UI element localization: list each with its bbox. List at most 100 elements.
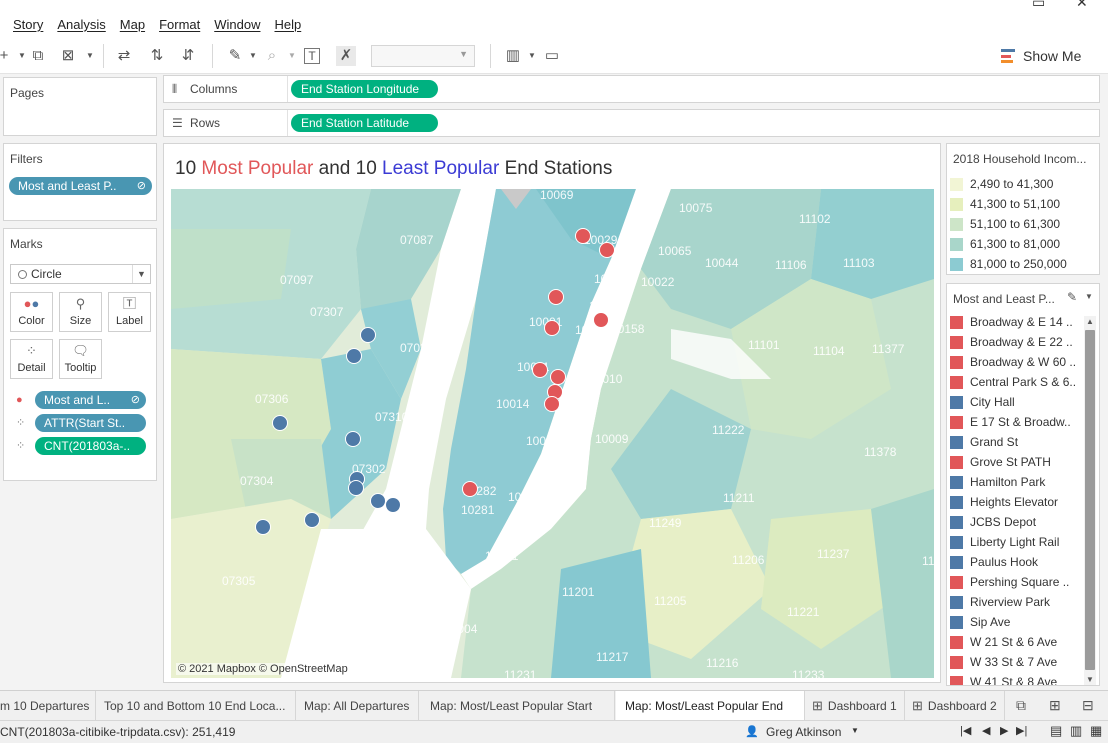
- station-legend-item[interactable]: E 17 St & Broadw..: [950, 412, 1071, 432]
- tab-map-all-departures[interactable]: Map: All Departures: [297, 691, 419, 721]
- station-point[interactable]: [575, 228, 591, 244]
- station-legend-item[interactable]: W 33 St & 7 Ave: [950, 652, 1057, 672]
- columns-shelf[interactable]: ⫴ Columns End Station Longitude: [163, 75, 1100, 103]
- station-point[interactable]: [593, 312, 609, 328]
- station-legend-item[interactable]: Broadway & W 60 ..: [950, 352, 1076, 372]
- menu-map[interactable]: Map: [120, 17, 145, 32]
- station-legend-item[interactable]: Grove St PATH: [950, 452, 1051, 472]
- new-dashboard-icon[interactable]: ⊞: [1049, 697, 1061, 714]
- tab-map-end[interactable]: Map: Most/Least Popular End: [616, 691, 805, 721]
- marks-pill-count[interactable]: CNT(201803a-..: [35, 437, 146, 455]
- station-point[interactable]: [550, 369, 566, 385]
- tab-map-start[interactable]: Map: Most/Least Popular Start: [420, 691, 615, 721]
- dropdown-arrow-icon[interactable]: ▼: [282, 46, 302, 66]
- new-story-icon[interactable]: ⊟: [1082, 697, 1094, 714]
- sheet-sorter-icon[interactable]: ▤: [1050, 723, 1062, 739]
- fit-view-dropdown[interactable]: ▼: [371, 45, 475, 67]
- show-cards-icon[interactable]: ▥: [503, 46, 523, 66]
- station-legend-item[interactable]: City Hall: [950, 392, 1015, 412]
- first-sheet-icon[interactable]: |◀: [960, 724, 971, 737]
- station-point[interactable]: [544, 320, 560, 336]
- marks-pill-attr-start[interactable]: ATTR(Start St..: [35, 414, 146, 432]
- station-point[interactable]: [255, 519, 271, 535]
- group-paperclip-icon[interactable]: ⌕: [262, 46, 282, 66]
- marks-pill-most-least[interactable]: Most and L.. ⊘: [35, 391, 146, 409]
- sort-ascending-icon[interactable]: ⇅: [147, 46, 167, 66]
- filter-pill-most-least[interactable]: Most and Least P.. ⊘: [9, 177, 152, 195]
- presentation-mode-icon[interactable]: ▭: [542, 46, 562, 66]
- tooltip-button[interactable]: 🗨 Tooltip: [59, 339, 102, 379]
- dropdown-arrow-icon[interactable]: ▼: [243, 46, 263, 66]
- clear-sheet-icon[interactable]: ⊠: [58, 46, 78, 66]
- station-legend-item[interactable]: Riverview Park: [950, 592, 1050, 612]
- tab-dashboard-2[interactable]: ⊞ Dashboard 2: [906, 691, 1005, 721]
- dropdown-arrow-icon[interactable]: ▼: [80, 46, 100, 66]
- status-user[interactable]: Greg Atkinson: [766, 725, 841, 739]
- show-labels-icon[interactable]: T: [304, 48, 320, 64]
- station-legend-item[interactable]: Heights Elevator: [950, 492, 1058, 512]
- size-button[interactable]: ⚲ Size: [59, 292, 102, 332]
- map-view[interactable]: 10069 10075 11102 07087 10029 10065 10044 11106…: [171, 189, 934, 678]
- legend-scrollbar[interactable]: ▲ ▼: [1084, 316, 1096, 685]
- next-sheet-icon[interactable]: ▶: [1000, 724, 1008, 737]
- scroll-up-icon[interactable]: ▲: [1084, 316, 1096, 328]
- highlight-pen-icon[interactable]: ✎: [1067, 290, 1077, 304]
- station-legend-item[interactable]: Central Park S & 6..: [950, 372, 1076, 392]
- prev-sheet-icon[interactable]: ◀: [982, 724, 990, 737]
- station-legend[interactable]: Most and Least P... ✎ ▼ Broadway & E 14 …: [946, 283, 1100, 686]
- detail-button[interactable]: ⁘ Detail: [10, 339, 53, 379]
- station-point[interactable]: [544, 396, 560, 412]
- color-button[interactable]: ●● Color: [10, 292, 53, 332]
- station-legend-item[interactable]: Grand St: [950, 432, 1018, 452]
- tab-dashboard-1[interactable]: ⊞ Dashboard 1: [806, 691, 905, 721]
- scroll-down-icon[interactable]: ▼: [1084, 674, 1096, 685]
- tab-top-10-departures[interactable]: m 10 Departures: [0, 691, 96, 721]
- station-legend-item[interactable]: W 41 St & 8 Ave: [950, 672, 1057, 685]
- scroll-thumb[interactable]: [1085, 330, 1095, 670]
- station-point[interactable]: [348, 480, 364, 496]
- rows-pill[interactable]: End Station Latitude: [291, 114, 438, 132]
- station-legend-item[interactable]: Sip Ave: [950, 612, 1010, 632]
- columns-pill[interactable]: End Station Longitude: [291, 80, 438, 98]
- station-point[interactable]: [360, 327, 376, 343]
- chevron-down-icon[interactable]: ▼: [1085, 292, 1093, 301]
- station-point[interactable]: [599, 242, 615, 258]
- dropdown-arrow-icon[interactable]: ▼: [522, 46, 542, 66]
- station-legend-item[interactable]: W 21 St & 6 Ave: [950, 632, 1057, 652]
- menu-help[interactable]: Help: [274, 17, 301, 32]
- station-point[interactable]: [548, 289, 564, 305]
- menu-analysis[interactable]: Analysis: [57, 17, 105, 32]
- station-point[interactable]: [462, 481, 478, 497]
- tab-top-bottom-end[interactable]: Top 10 and Bottom 10 End Loca...: [97, 691, 296, 721]
- duplicate-sheet-icon[interactable]: ⧉: [28, 46, 48, 66]
- highlight-pen-icon[interactable]: ✎: [225, 46, 245, 66]
- label-button[interactable]: 🅃 Label: [108, 292, 151, 332]
- station-point[interactable]: [370, 493, 386, 509]
- station-legend-item[interactable]: Liberty Light Rail: [950, 532, 1059, 552]
- rows-shelf[interactable]: ☰ Rows End Station Latitude: [163, 109, 1100, 137]
- last-sheet-icon[interactable]: ▶|: [1016, 724, 1027, 737]
- income-legend[interactable]: 2018 Household Incom... 2,490 to 41,300 …: [946, 143, 1100, 275]
- fix-axes-pin-icon[interactable]: ✗: [336, 46, 356, 66]
- menu-format[interactable]: Format: [159, 17, 200, 32]
- filters-pane[interactable]: Filters Most and Least P.. ⊘: [3, 143, 157, 221]
- station-point[interactable]: [304, 512, 320, 528]
- filmstrip-icon[interactable]: ▥: [1070, 723, 1082, 739]
- station-point[interactable]: [272, 415, 288, 431]
- station-point[interactable]: [385, 497, 401, 513]
- new-worksheet-icon[interactable]: ⧉: [1016, 697, 1026, 714]
- station-point[interactable]: [532, 362, 548, 378]
- station-legend-item[interactable]: Broadway & E 22 ..: [950, 332, 1073, 352]
- station-legend-item[interactable]: Paulus Hook: [950, 552, 1038, 572]
- station-point[interactable]: [345, 431, 361, 447]
- tabs-view-icon[interactable]: ▦: [1090, 723, 1102, 739]
- show-me-button[interactable]: Show Me: [1001, 45, 1081, 67]
- station-legend-item[interactable]: Hamilton Park: [950, 472, 1045, 492]
- station-point[interactable]: [346, 348, 362, 364]
- chevron-down-icon[interactable]: ▼: [851, 726, 859, 735]
- mark-type-dropdown[interactable]: Circle ▼: [10, 264, 151, 284]
- menu-window[interactable]: Window: [214, 17, 260, 32]
- sort-descending-icon[interactable]: ⇵: [178, 46, 198, 66]
- station-legend-item[interactable]: Broadway & E 14 ..: [950, 312, 1073, 332]
- station-legend-item[interactable]: Pershing Square ..: [950, 572, 1069, 592]
